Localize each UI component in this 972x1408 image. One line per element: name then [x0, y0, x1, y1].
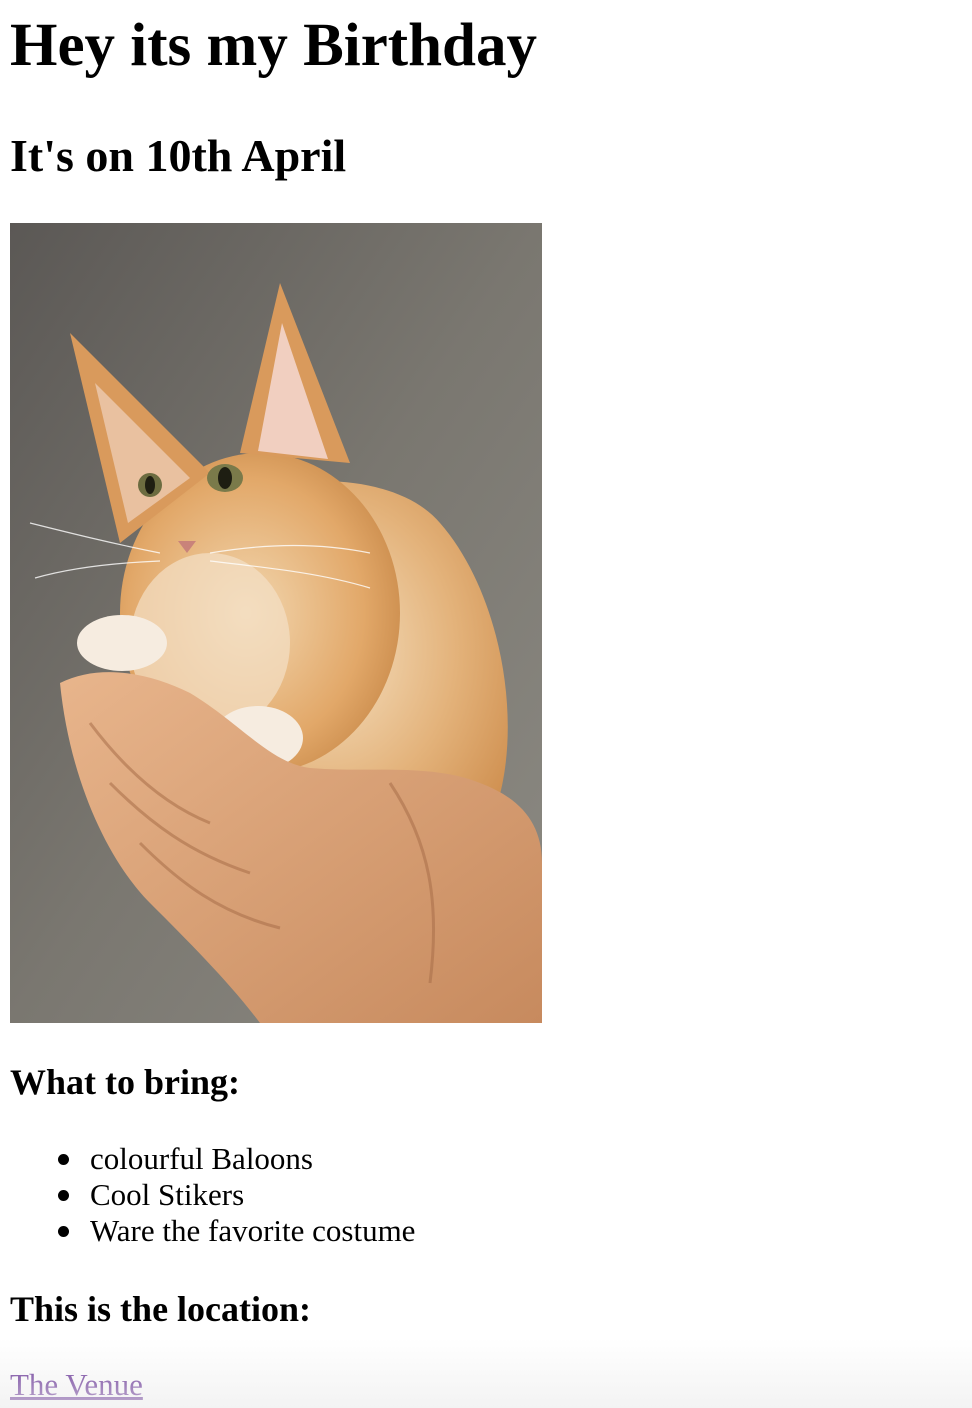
location-heading: This is the location: — [10, 1289, 312, 1329]
bullet-icon — [58, 1226, 69, 1237]
list-item: Cool Stikers — [0, 1177, 415, 1213]
list-item: colourful Baloons — [0, 1141, 415, 1177]
bottom-fade — [0, 1338, 972, 1408]
date-subtitle: It's on 10th April — [10, 130, 347, 181]
venue-link[interactable]: The Venue — [10, 1366, 143, 1404]
what-to-bring-heading: What to bring: — [10, 1062, 241, 1102]
page-title: Hey its my Birthday — [10, 12, 537, 79]
list-item: Ware the favorite costume — [0, 1213, 415, 1249]
bullet-icon — [58, 1154, 69, 1165]
list-item-text: colourful Baloons — [90, 1141, 313, 1176]
bring-list: colourful Baloons Cool Stikers Ware the … — [0, 1141, 415, 1249]
page: Hey its my Birthday It's on 10th April W… — [0, 0, 972, 1408]
kitten-photo — [10, 223, 542, 1023]
bullet-icon — [58, 1190, 69, 1201]
list-item-text: Cool Stikers — [90, 1177, 245, 1212]
list-item-text: Ware the favorite costume — [90, 1213, 416, 1248]
